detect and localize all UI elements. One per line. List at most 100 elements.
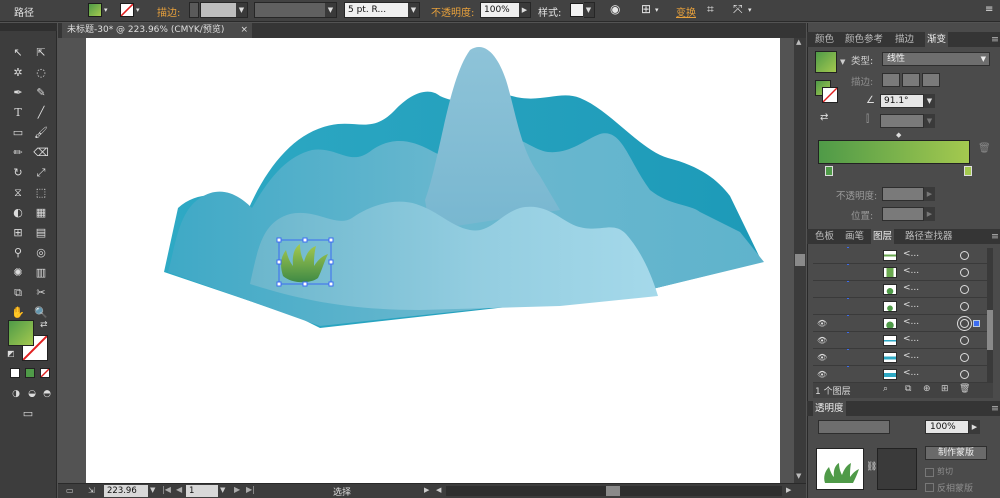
new-sublayer-icon[interactable]: ⊕ [923, 384, 931, 394]
next-artboard-icon[interactable]: ▶ [234, 485, 240, 494]
invert-mask-checkbox[interactable] [925, 483, 934, 492]
new-layer-icon[interactable]: ⊞ [941, 384, 949, 394]
layer-row[interactable]: 👁 <... [813, 248, 993, 264]
target-circle-icon[interactable] [960, 251, 969, 260]
align-icon[interactable]: ⊞ [641, 2, 651, 16]
gradient-midpoint-icon[interactable]: ◆ [896, 131, 901, 139]
eraser-tool-icon[interactable]: ⌫ [31, 144, 51, 162]
paintbrush-tool-icon[interactable]: 🖌 [31, 124, 51, 142]
chevron-down-icon[interactable]: ▼ [924, 94, 935, 108]
target-circle-icon[interactable] [960, 319, 969, 328]
swap-fill-stroke-icon[interactable]: ⇄ [40, 320, 48, 330]
tab-gradient[interactable]: 渐变 [925, 32, 949, 47]
layer-row[interactable]: <... [813, 265, 993, 281]
curvature-tool-icon[interactable]: ✎ [31, 84, 51, 102]
pencil-tool-icon[interactable]: ✏ [8, 144, 28, 162]
color-mode-icon[interactable] [10, 368, 20, 378]
layer-row[interactable]: 👁 <... [813, 367, 993, 383]
chevron-down-icon[interactable]: ▾ [655, 6, 659, 14]
target-circle-icon[interactable] [960, 370, 969, 379]
document-tab[interactable]: 未标题-30* @ 223.96% (CMYK/预览) × [62, 23, 252, 38]
stroke-swatch[interactable] [120, 3, 134, 17]
magic-wand-icon[interactable]: ✲ [8, 64, 28, 82]
panel-menu-icon[interactable]: ≡ [989, 401, 1000, 416]
layers-scroll-thumb[interactable] [987, 310, 993, 350]
fill-indicator[interactable] [8, 320, 34, 346]
object-thumbnail[interactable] [816, 448, 864, 490]
locate-object-icon[interactable]: ⌕ [883, 384, 888, 394]
pen-tool-icon[interactable]: ✒ [8, 84, 28, 102]
zoom-field[interactable]: 223.96 [104, 485, 148, 497]
gradient-position-field[interactable] [882, 207, 924, 221]
status-menu-arrow-icon[interactable]: ▶ [424, 486, 429, 494]
tab-color-guide[interactable]: 颜色参考 [843, 32, 885, 47]
scroll-up-icon[interactable]: ▲ [796, 38, 801, 46]
link-mask-icon[interactable]: ⛓ [866, 462, 877, 472]
blend-tool-icon[interactable]: ◎ [31, 244, 51, 262]
scroll-right-icon[interactable]: ▶ [786, 486, 791, 494]
stroke-weight-field[interactable]: ▼ [200, 2, 248, 18]
make-mask-button[interactable]: 制作蒙版 [925, 446, 987, 460]
stroke-weight-stepper[interactable] [189, 2, 199, 18]
tab-layers[interactable]: 图层 [871, 229, 895, 244]
target-circle-icon[interactable] [960, 353, 969, 362]
panel-menu-icon[interactable]: ≡ [985, 4, 993, 15]
gradient-stop-start[interactable] [825, 166, 833, 176]
stroke-across-button[interactable] [922, 73, 940, 87]
visibility-eye-icon[interactable]: 👁 [817, 336, 827, 345]
stroke-within-button[interactable] [882, 73, 900, 87]
perspective-grid-tool-icon[interactable]: ▦ [31, 204, 51, 222]
close-icon[interactable]: × [240, 23, 248, 38]
transparency-opacity-field[interactable]: 100% [925, 420, 969, 434]
target-circle-icon[interactable] [960, 336, 969, 345]
fill-dropdown-arrow-icon[interactable]: ▾ [104, 6, 108, 14]
gradient-tool-icon[interactable]: ▤ [31, 224, 51, 242]
panel-menu-icon[interactable]: ≡ [989, 229, 1000, 244]
isolate-icon[interactable]: ⌗ [707, 2, 714, 17]
gradient-mode-icon[interactable] [25, 368, 35, 378]
gradient-slider[interactable] [818, 140, 970, 164]
gradient-angle-field[interactable]: 91.1° [880, 94, 924, 108]
chevron-down-icon[interactable]: ▼ [150, 486, 155, 494]
trash-icon[interactable]: 🗑 [959, 384, 970, 394]
artboard-number-field[interactable]: 1 [186, 485, 218, 497]
graphic-style-swatch[interactable] [570, 3, 584, 17]
fill-swatch[interactable] [88, 3, 102, 17]
layer-row[interactable]: <... [813, 282, 993, 298]
opacity-label[interactable]: 不透明度: [431, 4, 474, 19]
gradient-type-select[interactable]: 线性 ▼ [882, 52, 990, 66]
chevron-down-icon[interactable]: ▼ [840, 58, 845, 66]
chevron-right-icon[interactable]: ▶ [924, 187, 935, 201]
artboard-tool-icon[interactable]: ⧉ [8, 284, 28, 302]
opacity-dropdown[interactable]: ▶ [519, 2, 531, 18]
opacity-field[interactable]: 100% [480, 2, 520, 18]
stroke-along-button[interactable] [902, 73, 920, 87]
zoom-preset-icon[interactable]: ▭ [66, 486, 74, 495]
target-circle-icon[interactable] [960, 268, 969, 277]
scale-tool-icon[interactable]: ⤢ [31, 164, 51, 182]
rectangle-tool-icon[interactable]: ▭ [8, 124, 28, 142]
eyedropper-tool-icon[interactable]: ⚲ [8, 244, 28, 262]
default-colors-icon[interactable]: ◩ [7, 349, 15, 358]
vertical-scrollbar[interactable]: ▲ ▼ [794, 38, 806, 483]
graphic-style-dropdown[interactable]: ▼ [583, 2, 595, 18]
layer-row[interactable]: 👁 <... [813, 350, 993, 366]
scroll-down-icon[interactable]: ▼ [796, 472, 801, 480]
shape-builder-tool-icon[interactable]: ◐ [8, 204, 28, 222]
layer-row[interactable]: <... [813, 299, 993, 315]
tab-pathfinder[interactable]: 路径查找器 [903, 229, 955, 244]
line-segment-tool-icon[interactable]: ╱ [31, 104, 51, 122]
layer-row[interactable]: 👁 <... [813, 333, 993, 349]
slice-tool-icon[interactable]: ✂ [31, 284, 51, 302]
tab-swatches[interactable]: 色板 [813, 229, 836, 244]
tab-brushes[interactable]: 画笔 [843, 229, 866, 244]
width-tool-icon[interactable]: ⧖ [8, 184, 28, 202]
brush-definition-field[interactable]: 5 pt. R... [344, 2, 409, 18]
horizontal-scroll-thumb[interactable] [606, 486, 620, 496]
selection-tool-icon[interactable]: ↖ [8, 44, 28, 62]
chevron-right-icon[interactable]: ▶ [924, 207, 935, 221]
draw-inside-icon[interactable]: ◓ [37, 385, 57, 403]
stroke-label[interactable]: 描边: [157, 4, 180, 19]
transform-link[interactable]: 变换 [676, 4, 696, 19]
trash-icon[interactable]: 🗑 [978, 143, 991, 154]
